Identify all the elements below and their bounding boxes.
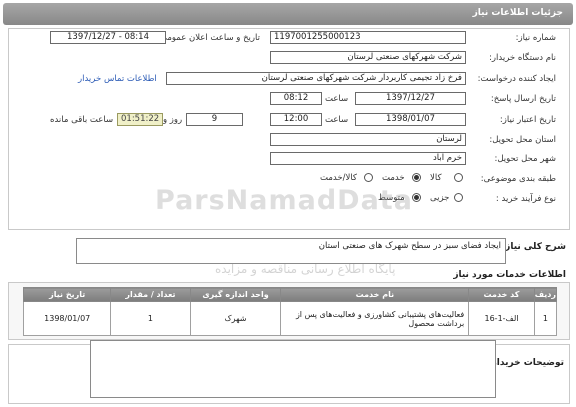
services-header-row: ردیف کد خدمت نام خدمت واحد اندازه گیری ت… [22, 287, 558, 302]
cell-row: 1 [533, 301, 558, 336]
category-option-service: خدمت [382, 173, 405, 183]
page-title: جزئیات اطلاعات نیاز [472, 8, 563, 18]
validity-time-field[interactable]: 12:00 [270, 113, 322, 126]
validity-time-label: ساعت [325, 115, 349, 125]
process-radio-minor[interactable] [454, 193, 463, 202]
category-label: طبقه بندی موضوعی: [480, 174, 556, 184]
validity-label: تاریخ اعتبار نیاز: [499, 115, 556, 125]
page-header: جزئیات اطلاعات نیاز [3, 3, 573, 25]
remaining-time-label: ساعت باقی مانده [50, 115, 114, 125]
category-option-goods: کالا [430, 173, 442, 183]
cell-qty: 1 [110, 301, 191, 336]
need-number-label: شماره نیاز: [515, 33, 556, 43]
buyer-notes-label: توضیحات خریدار: [488, 358, 564, 368]
watermark-tagline: پایگاه اطلاع رسانی مناقصه و مزایده [215, 262, 396, 276]
validity-date-field[interactable]: 1398/01/07 [355, 113, 466, 126]
process-option-medium: متوسط [378, 193, 405, 203]
services-title: اطلاعات خدمات مورد نیاز [453, 270, 566, 280]
col-qty: تعداد / مقدار [110, 287, 191, 302]
col-code: کد خدمت [468, 287, 535, 302]
days-field[interactable]: 9 [186, 113, 243, 126]
need-number-field[interactable]: 1197001255000123 [270, 31, 466, 44]
process-type-label: نوع فرآیند خرید : [495, 194, 556, 204]
remaining-time-field: 01:51:22 [117, 113, 163, 126]
answer-time-field[interactable]: 08:12 [270, 92, 322, 105]
buyer-contact-link[interactable]: اطلاعات تماس خریدار [78, 74, 157, 84]
summary-label: شرح کلی نیاز: [501, 242, 566, 252]
col-unit: واحد اندازه گیری [189, 287, 282, 302]
city-field[interactable]: خرم آباد [270, 152, 466, 165]
days-label: روز و [163, 115, 183, 125]
summary-box[interactable]: ایجاد فضای سبز در سطح شهرک های صنعتی است… [76, 238, 506, 264]
buyer-org-field[interactable]: شرکت شهرکهای صنعتی لرستان [270, 51, 466, 64]
cell-unit: شهرک [189, 301, 282, 336]
category-radio-goods[interactable] [454, 173, 463, 182]
announce-date-field[interactable]: 1397/12/27 - 08:14 [50, 31, 166, 44]
city-label: شهر محل تحویل: [494, 154, 556, 164]
category-option-goods-service: کالا/خدمت [320, 173, 357, 183]
buyer-notes-box[interactable] [90, 340, 496, 398]
category-radio-goods-service[interactable] [364, 173, 373, 182]
col-date: تاریخ نیاز [22, 287, 112, 302]
table-row: 1 الف-1-16 فعالیت‌های پشتیبانی کشاورزی و… [22, 301, 558, 336]
buyer-org-label: نام دستگاه خریدار: [489, 53, 556, 63]
services-table-wrap: ردیف کد خدمت نام خدمت واحد اندازه گیری ت… [8, 282, 570, 340]
creator-field[interactable]: فرخ زاد تجیمی کاربردار شرکت شهرکهای صنعت… [166, 72, 466, 85]
col-row: ردیف [533, 287, 558, 302]
province-label: استان محل تحویل: [489, 135, 556, 145]
cell-name: فعالیت‌های پشتیبانی کشاورزی و فعالیت‌های… [280, 301, 470, 336]
category-radio-service[interactable] [412, 173, 421, 182]
process-option-minor: جزیی [430, 193, 450, 203]
answer-time-label: ساعت [325, 94, 349, 104]
cell-code: الف-1-16 [468, 301, 535, 336]
announce-date-label: تاریخ و ساعت اعلان عمومی: [157, 33, 260, 43]
process-radio-medium[interactable] [412, 193, 421, 202]
col-name: نام خدمت [280, 287, 470, 302]
province-field[interactable]: لرستان [270, 133, 466, 146]
answer-date-field[interactable]: 1397/12/27 [355, 92, 466, 105]
creator-label: ایجاد کننده درخواست: [477, 74, 556, 84]
cell-date: 1398/01/07 [22, 301, 112, 336]
answer-deadline-label: تاریخ ارسال پاسخ: [490, 94, 556, 104]
services-table: ردیف کد خدمت نام خدمت واحد اندازه گیری ت… [22, 287, 558, 336]
